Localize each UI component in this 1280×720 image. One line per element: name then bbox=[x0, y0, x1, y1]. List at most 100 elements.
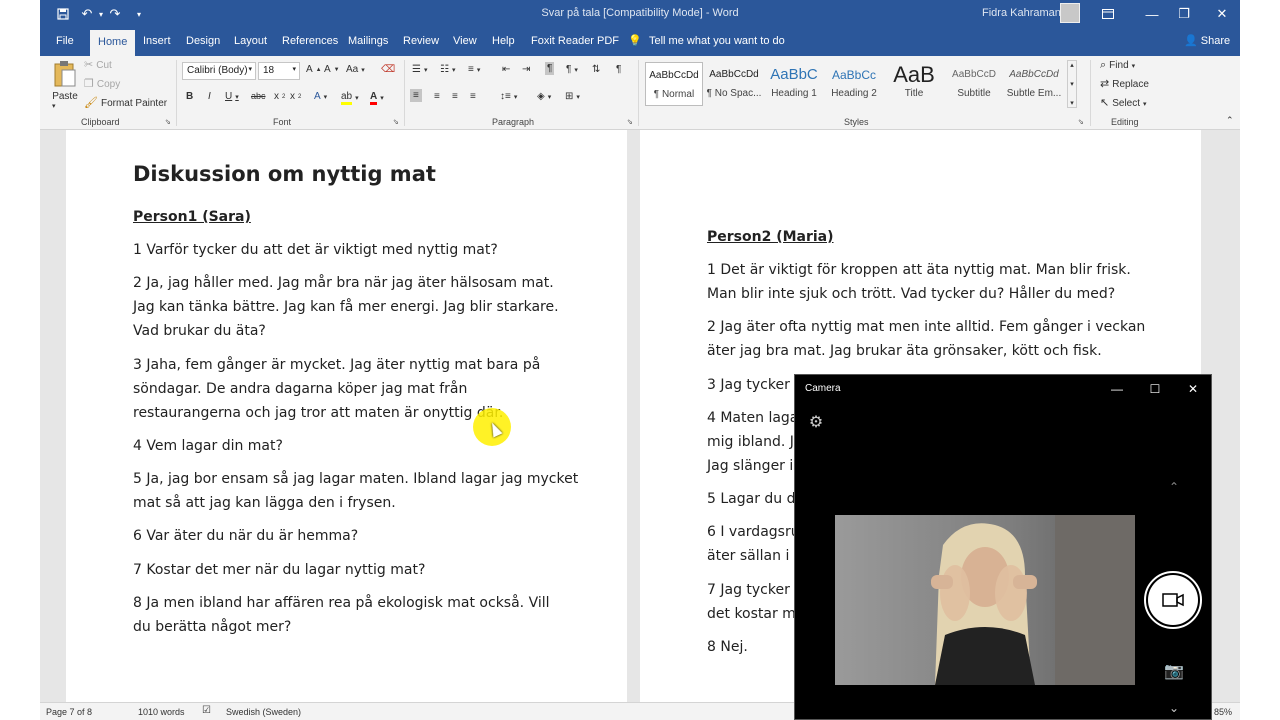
tab-foxit[interactable]: Foxit Reader PDF bbox=[527, 33, 623, 55]
underline-icon[interactable]: U ▾ bbox=[225, 91, 239, 102]
style-heading-2[interactable]: AaBbCc Heading 2 bbox=[825, 62, 883, 106]
replace-icon: ⇄ bbox=[1100, 78, 1110, 90]
shrink-font-icon[interactable]: A ▼ bbox=[324, 64, 340, 75]
numbering-icon[interactable]: ☷ ▾ bbox=[440, 64, 455, 75]
minimize-icon[interactable]: — bbox=[1101, 378, 1133, 400]
decrease-indent-icon[interactable]: ⇤ bbox=[502, 64, 510, 75]
share-button[interactable]: 👤 Share bbox=[1180, 33, 1234, 55]
paragraph-launcher-icon[interactable]: ⬂ bbox=[627, 118, 633, 126]
cursor-icon: ↖ bbox=[1100, 97, 1110, 109]
style-subtle-emphasis[interactable]: AaBbCcDd Subtle Em... bbox=[1005, 62, 1063, 106]
bold-icon[interactable]: B bbox=[186, 91, 193, 102]
font-color-icon[interactable]: A ▾ bbox=[370, 91, 384, 105]
text-line: 3 Jag tycker i bbox=[707, 377, 799, 393]
video-record-button[interactable] bbox=[1144, 571, 1202, 629]
sort-icon[interactable]: ⇅ bbox=[592, 64, 600, 75]
highlight-icon[interactable]: ab ▾ bbox=[341, 91, 359, 105]
scissors-icon: ✂ bbox=[84, 59, 94, 71]
justify-icon[interactable]: ≡ bbox=[470, 91, 476, 102]
avatar[interactable] bbox=[1060, 3, 1080, 23]
restore-icon[interactable]: ❐ bbox=[1164, 0, 1204, 28]
replace-button[interactable]: ⇄ Replace bbox=[1100, 78, 1149, 91]
styles-launcher-icon[interactable]: ⬂ bbox=[1078, 118, 1084, 126]
ltr-icon[interactable]: ¶ bbox=[545, 62, 555, 75]
clipboard-group-label: Clipboard bbox=[81, 117, 120, 127]
superscript-icon[interactable]: x2 bbox=[290, 91, 301, 102]
align-right-icon[interactable]: ≡ bbox=[452, 91, 458, 102]
style-preview: AaBbCcDd bbox=[709, 69, 759, 80]
tell-me-input[interactable]: Tell me what you want to do bbox=[645, 33, 789, 55]
paste-button[interactable]: Paste bbox=[52, 60, 78, 102]
italic-icon[interactable]: I bbox=[208, 91, 211, 102]
ribbon-tabs: File Home Insert Design Layout Reference… bbox=[40, 28, 1240, 56]
chevron-down-icon: ▾ bbox=[1070, 81, 1074, 88]
tab-file[interactable]: File bbox=[52, 33, 78, 55]
tab-help[interactable]: Help bbox=[488, 33, 519, 55]
find-button[interactable]: ⌕ Find ▾ bbox=[1100, 60, 1135, 72]
increase-indent-icon[interactable]: ⇥ bbox=[522, 64, 530, 75]
chevron-down-icon: ▾ bbox=[1143, 100, 1147, 108]
font-launcher-icon[interactable]: ⬂ bbox=[393, 118, 399, 126]
rtl-icon[interactable]: ¶ ▾ bbox=[566, 64, 578, 75]
align-left-icon[interactable]: ≡ bbox=[410, 89, 422, 102]
subscript-icon[interactable]: x2 bbox=[274, 91, 285, 102]
styles-scroll[interactable]: ▴ ▾ ▾ bbox=[1067, 60, 1077, 108]
style-heading-1[interactable]: AaBbC Heading 1 bbox=[765, 62, 823, 106]
zoom-level[interactable]: 85% bbox=[1214, 707, 1232, 717]
style-title[interactable]: AaB Title bbox=[885, 62, 943, 106]
page-left[interactable]: Diskussion om nyttig mat Person1 (Sara) … bbox=[66, 130, 627, 702]
close-icon[interactable]: ✕ bbox=[1177, 378, 1209, 400]
change-case-icon[interactable]: Aa ▾ bbox=[346, 64, 365, 75]
paste-dropdown-icon[interactable]: ▾ bbox=[52, 102, 56, 110]
multilevel-list-icon[interactable]: ≡ ▾ bbox=[468, 64, 480, 75]
text-line: äter jag bra mat. Jag brukar äta grönsak… bbox=[707, 343, 1102, 359]
clipboard-launcher-icon[interactable]: ⬂ bbox=[165, 118, 171, 126]
language[interactable]: Swedish (Sweden) bbox=[226, 707, 301, 717]
tab-references[interactable]: References bbox=[278, 33, 342, 55]
copy-button[interactable]: ❐ Copy bbox=[84, 79, 120, 91]
tab-mailings[interactable]: Mailings bbox=[344, 33, 392, 55]
font-name-select[interactable]: Calibri (Body) ▾ bbox=[182, 62, 256, 80]
align-center-icon[interactable]: ≡ bbox=[434, 91, 440, 102]
bullets-icon[interactable]: ☰ ▾ bbox=[412, 64, 427, 75]
text-line: 6 Var äter du när du är hemma? bbox=[133, 528, 359, 544]
style-normal[interactable]: AaBbCcDd ¶ Normal bbox=[645, 62, 703, 106]
font-size-select[interactable]: 18 ▾ bbox=[258, 62, 300, 80]
close-icon[interactable]: ✕ bbox=[1202, 0, 1240, 28]
clear-formatting-icon[interactable]: ⌫ bbox=[381, 64, 395, 75]
show-formatting-icon[interactable]: ¶ bbox=[616, 64, 621, 75]
chevron-down-icon: ▾ bbox=[248, 66, 252, 73]
text-effects-icon[interactable]: A ▾ bbox=[314, 91, 327, 102]
tab-insert[interactable]: Insert bbox=[139, 33, 175, 55]
photo-camera-icon[interactable]: 📷 bbox=[1163, 661, 1185, 681]
style-subtitle[interactable]: AaBbCcD Subtitle bbox=[945, 62, 1003, 106]
strikethrough-icon[interactable]: abc bbox=[251, 91, 266, 101]
collapse-ribbon-icon[interactable]: ⌃ bbox=[1226, 115, 1234, 126]
page-count[interactable]: Page 7 of 8 bbox=[46, 707, 92, 717]
chevron-down-icon[interactable]: ⌄ bbox=[1163, 699, 1185, 717]
user-name[interactable]: Fidra Kahraman bbox=[982, 7, 1061, 19]
camera-window[interactable]: Camera — ☐ ✕ ⚙ ⌃ 📷 ⌄ bbox=[794, 374, 1212, 720]
tab-layout[interactable]: Layout bbox=[230, 33, 271, 55]
select-button[interactable]: ↖ Select ▾ bbox=[1100, 97, 1147, 110]
cut-button[interactable]: ✂ Cut bbox=[84, 59, 112, 72]
paste-label: Paste bbox=[52, 91, 78, 102]
tab-design[interactable]: Design bbox=[182, 33, 224, 55]
shading-icon[interactable]: ◈ ▾ bbox=[537, 91, 551, 102]
tab-home[interactable]: Home bbox=[90, 30, 136, 56]
tab-review[interactable]: Review bbox=[399, 33, 443, 55]
line-spacing-icon[interactable]: ↕≡ ▾ bbox=[500, 91, 517, 102]
tab-view[interactable]: View bbox=[449, 33, 481, 55]
paragraph: 5 Lagar du di bbox=[707, 487, 799, 511]
grow-font-icon[interactable]: A ▲ bbox=[306, 64, 322, 75]
format-painter-button[interactable]: 🖌 Format Painter bbox=[84, 98, 167, 110]
chevron-up-icon[interactable]: ⌃ bbox=[1163, 479, 1185, 495]
gear-icon[interactable]: ⚙ bbox=[807, 413, 825, 431]
proofing-icon[interactable]: ☑ bbox=[202, 705, 211, 716]
word-count[interactable]: 1010 words bbox=[138, 707, 185, 717]
borders-icon[interactable]: ⊞ ▾ bbox=[565, 91, 580, 102]
style-no-spacing[interactable]: AaBbCcDd ¶ No Spac... bbox=[705, 62, 763, 106]
paragraph: 7 Kostar det mer när du lagar nyttig mat… bbox=[133, 558, 425, 582]
ribbon-display-icon[interactable] bbox=[1088, 0, 1128, 28]
maximize-icon[interactable]: ☐ bbox=[1139, 378, 1171, 400]
